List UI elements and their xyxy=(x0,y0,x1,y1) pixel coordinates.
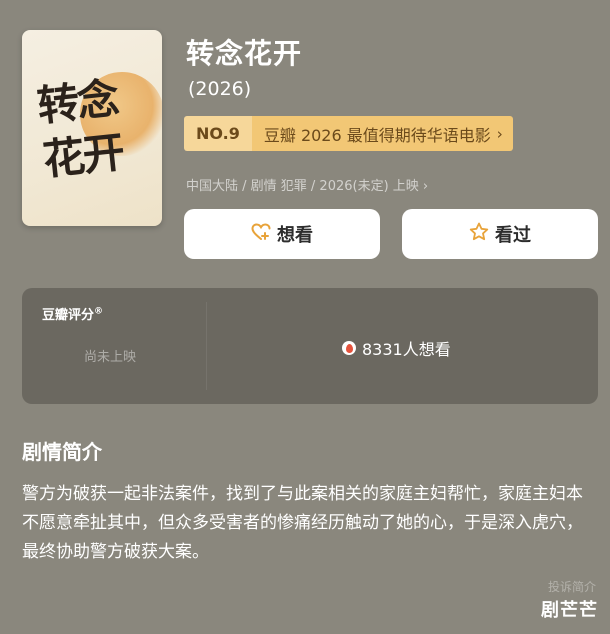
ranking-badge[interactable]: NO.9 豆瓣 2026 最值得期待华语电影 › xyxy=(184,116,513,151)
rating-label-container: 豆瓣评分® xyxy=(42,304,103,323)
movie-poster[interactable]: 转念花开 xyxy=(22,30,162,226)
rating-divider xyxy=(206,302,207,390)
report-synopsis-link[interactable]: 投诉简介 xyxy=(548,578,596,595)
poster-calligraphy: 转念花开 xyxy=(34,73,126,185)
flame-icon xyxy=(342,341,356,355)
watched-button-label: 看过 xyxy=(495,225,531,246)
heart-plus-icon xyxy=(251,222,271,246)
watermark: 剧芒芒 xyxy=(541,600,598,621)
star-icon xyxy=(469,222,489,246)
want-to-watch-button[interactable]: 想看 xyxy=(184,209,380,259)
ranking-label: 豆瓣 2026 最值得期待华语电影 xyxy=(263,125,491,145)
want-count-label: 8331人想看 xyxy=(362,340,451,359)
movie-title: 转念花开 xyxy=(186,37,303,70)
chevron-right-icon: › xyxy=(496,124,503,143)
watched-button[interactable]: 看过 xyxy=(402,209,598,259)
ranking-label-container: 豆瓣 2026 最值得期待华语电影 › xyxy=(251,116,513,151)
rating-panel: 豆瓣评分® 尚未上映 8331人想看 xyxy=(22,288,598,404)
ranking-number: NO.9 xyxy=(184,116,252,151)
rating-label: 豆瓣评分 xyxy=(42,308,95,323)
movie-meta-info[interactable]: 中国大陆 / 剧情 犯罪 / 2026(未定) 上映 › xyxy=(186,175,428,194)
rating-status: 尚未上映 xyxy=(84,350,137,365)
synopsis-text: 警方为破获一起非法案件，找到了与此案相关的家庭主妇帮忙，家庭主妇本不愿意牵扯其中… xyxy=(22,484,583,562)
synopsis-title: 剧情简介 xyxy=(22,440,102,464)
want-button-label: 想看 xyxy=(277,225,313,246)
registered-mark: ® xyxy=(94,306,104,317)
movie-year: (2026) xyxy=(188,78,252,100)
want-count[interactable]: 8331人想看 xyxy=(342,336,451,360)
